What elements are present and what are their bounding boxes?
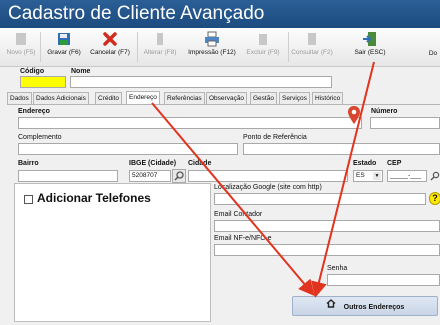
phones-panel: Adicionar Telefones bbox=[14, 183, 211, 322]
sair-button[interactable]: Sair (ESC) bbox=[350, 30, 390, 64]
phones-checkbox[interactable] bbox=[24, 195, 33, 204]
complemento-field[interactable] bbox=[18, 143, 238, 155]
cancel-x-icon bbox=[103, 32, 117, 46]
tab-dados[interactable]: Dados bbox=[7, 92, 32, 104]
codigo-field[interactable] bbox=[20, 76, 66, 88]
ibge-field[interactable]: 5208707 bbox=[129, 170, 171, 182]
email-contador-label: Email Contador bbox=[214, 211, 263, 218]
map-pin-icon bbox=[348, 106, 360, 124]
consultar-button[interactable]: Consultar (F2) bbox=[290, 30, 334, 64]
save-icon bbox=[58, 33, 70, 45]
cancelar-button[interactable]: Cancelar (F7) bbox=[86, 30, 134, 64]
ibge-search-button[interactable] bbox=[172, 169, 186, 183]
do-button[interactable]: Do bbox=[426, 50, 440, 84]
nome-field[interactable] bbox=[70, 76, 332, 88]
new-document-icon bbox=[16, 33, 26, 45]
estado-label: Estado bbox=[353, 160, 377, 167]
email-nfe-field[interactable] bbox=[214, 244, 440, 256]
tab-referencias[interactable]: Referências bbox=[164, 92, 205, 104]
numero-label: Número bbox=[371, 108, 398, 115]
endereco-field[interactable] bbox=[18, 117, 362, 129]
window-title: Cadastro de Cliente Avançado bbox=[0, 0, 440, 28]
tab-credito[interactable]: Crédito bbox=[95, 92, 122, 104]
google-location-label: Localização Google (site com http) bbox=[214, 184, 322, 191]
tab-endereco[interactable]: Endereço bbox=[126, 91, 160, 104]
numero-field[interactable] bbox=[370, 117, 440, 129]
novo-button[interactable]: Novo (F5) bbox=[4, 30, 38, 64]
nome-label: Nome bbox=[71, 68, 91, 75]
tab-dados-adicionais[interactable]: Dados Adicionais bbox=[33, 92, 89, 104]
google-location-field[interactable] bbox=[214, 193, 426, 205]
complemento-label: Complemento bbox=[18, 134, 62, 141]
edit-icon bbox=[157, 33, 163, 45]
tab-historico[interactable]: Histórico bbox=[312, 92, 344, 104]
endereco-label: Endereço bbox=[18, 108, 50, 115]
cep-label: CEP bbox=[387, 160, 402, 167]
ibge-label: IBGE (Cidade) bbox=[129, 160, 177, 167]
impressao-button[interactable]: Impressão (F12) bbox=[184, 30, 240, 64]
cidade-label: Cidade bbox=[188, 160, 212, 167]
home-icon bbox=[326, 297, 336, 317]
ponto-referencia-label: Ponto de Referência bbox=[243, 134, 307, 141]
email-contador-field[interactable] bbox=[214, 220, 440, 232]
bairro-label: Bairro bbox=[18, 160, 39, 167]
chevron-down-icon: ▼ bbox=[373, 172, 381, 180]
printer-icon bbox=[205, 31, 219, 47]
tab-observacao[interactable]: Observação bbox=[206, 92, 248, 104]
senha-label: Senha bbox=[327, 265, 348, 272]
exit-door-icon bbox=[363, 32, 376, 46]
tab-gestao[interactable]: Gestão bbox=[250, 92, 277, 104]
excluir-button[interactable]: Excluir (F9) bbox=[242, 30, 284, 64]
help-icon[interactable]: ? bbox=[429, 192, 440, 205]
magnifier-icon bbox=[174, 171, 184, 181]
email-nfe-label: Email NF-e/NFC-e bbox=[214, 235, 272, 242]
search-icon bbox=[308, 33, 316, 45]
gravar-button[interactable]: Gravar (F6) bbox=[44, 30, 84, 64]
codigo-label: Código bbox=[20, 68, 45, 75]
trash-icon bbox=[259, 34, 267, 45]
phones-label: Adicionar Telefones bbox=[37, 191, 151, 205]
outros-enderecos-button[interactable]: Outros Endereços bbox=[292, 296, 438, 316]
cidade-field[interactable] bbox=[188, 170, 348, 182]
cep-field[interactable]: _____-___ bbox=[387, 170, 427, 182]
cep-search-icon[interactable] bbox=[430, 171, 440, 181]
alterar-button[interactable]: Alterar (F8) bbox=[140, 30, 180, 64]
tab-servicos[interactable]: Serviços bbox=[279, 92, 310, 104]
estado-select[interactable]: ES ▼ bbox=[353, 170, 383, 182]
toolbar: Novo (F5) Gravar (F6) Cancelar (F7) Alte… bbox=[0, 28, 440, 67]
ponto-referencia-field[interactable] bbox=[243, 143, 440, 155]
senha-field[interactable] bbox=[327, 274, 440, 286]
bairro-field[interactable] bbox=[18, 170, 118, 182]
